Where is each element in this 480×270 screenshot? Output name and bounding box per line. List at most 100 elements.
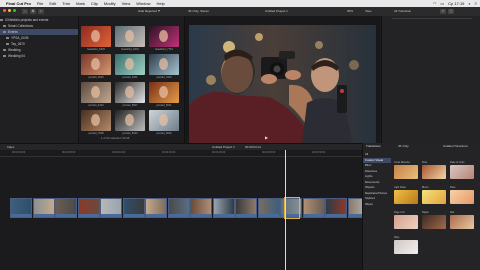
timeline-clip[interactable] [77,198,100,218]
wifi-icon[interactable]: ◠ [433,1,437,6]
browser-clip-thumbnail[interactable] [81,110,111,131]
transition-name: Wipe [394,236,400,239]
browser-clip-thumbnail[interactable] [149,54,179,75]
clock[interactable]: Ср 17:19 [448,1,464,6]
menu-file[interactable]: File [37,1,43,6]
browser-clip-thumbnail[interactable] [149,82,179,103]
timeline-clip[interactable] [212,198,235,218]
timeline-clip[interactable] [257,198,280,218]
viewer-mode-dropdown[interactable]: 4K Only, Stereo [188,9,209,13]
effects-category[interactable]: All [363,152,391,157]
browser-clip-thumbnail[interactable] [149,110,179,131]
timeline-clip[interactable] [325,198,347,218]
timeline-ruler[interactable]: 00:00:00:00 00:00:05:00 00:00:10:00 00:00:1… [0,150,375,157]
timeline-clip[interactable] [10,198,32,218]
menu-help[interactable]: Help [157,1,165,6]
thumbnail-subject [159,114,168,126]
transition-thumbnail[interactable] [394,190,418,204]
effects-category[interactable]: Dissolves [363,169,391,174]
timeline-clip[interactable] [302,198,325,218]
minimize-window-button[interactable] [8,9,11,12]
browser-clip-thumbnail[interactable] [115,110,145,131]
transition-thumbnail[interactable] [450,215,474,229]
transition-thumbnail[interactable] [394,240,418,254]
browser-clip-thumbnail[interactable] [81,54,111,75]
effects-category[interactable]: Blurs [363,163,391,168]
clip-audio-waveform [191,214,211,217]
effects-title[interactable]: Transitions [366,144,381,148]
effects-category[interactable]: Lights [363,174,391,179]
menu-modify[interactable]: Modify [104,1,116,6]
timeline-clip[interactable] [122,198,145,218]
selected-clip-outline[interactable] [284,197,300,219]
share-icon[interactable]: ⇪ [440,9,446,14]
import-icon[interactable]: ↓ [22,9,28,14]
timeline-clip[interactable] [167,198,190,218]
thumbnail-subject [125,30,134,42]
timeline-clip[interactable] [235,198,257,218]
close-window-button[interactable] [3,9,6,12]
viewer-frame[interactable] [189,25,376,151]
menu-edit[interactable]: Edit [49,1,56,6]
menu-clip[interactable]: Clip [91,1,98,6]
menu-app[interactable]: Final Cut Pro [6,1,31,6]
browser-clip-thumbnail[interactable] [81,26,111,47]
menu-view[interactable]: View [122,1,131,6]
zoom-dropdown[interactable]: 35% [347,9,353,13]
event-icon [6,36,9,40]
menu-window[interactable]: Window [136,1,150,6]
effects-filter[interactable]: 4K Only [398,144,409,148]
checkmark-icon[interactable]: ✓ [38,9,44,14]
transition-name: Cross Dissolve [394,161,410,164]
timeline-clip[interactable] [100,198,122,218]
thumbnail-subject [91,86,100,98]
transition-thumbnail[interactable] [422,165,446,179]
effects-category[interactable]: Objects [363,185,391,190]
effects-category[interactable]: Wipes [363,202,391,207]
timeline[interactable]: 00:00:00:00 00:00:05:00 00:00:10:00 00:00:1… [0,150,375,270]
menu-trim[interactable]: Trim [62,1,70,6]
transition-thumbnail[interactable] [422,190,446,204]
transition-thumbnail[interactable] [394,165,418,179]
browser-clip-thumbnail[interactable] [81,82,111,103]
browser-clip-thumbnail[interactable] [149,26,179,47]
timeline-clip[interactable] [190,198,212,218]
effects-category[interactable]: Stylized [363,196,391,201]
effects-category[interactable]: Movements [363,180,391,185]
library-item-label: Wedding [8,48,21,52]
hide-rejected-dropdown[interactable]: Hide Rejected [138,9,160,13]
transition-thumbnail[interactable] [450,190,474,204]
playhead[interactable] [285,150,286,270]
browser-clip-thumbnail[interactable] [115,54,145,75]
effects-category[interactable]: Replicator/Clones [363,191,391,196]
play-button[interactable]: ▶ [265,135,268,140]
folder-icon [3,24,6,28]
clip-audio-waveform [33,214,54,217]
timeline-clip[interactable] [32,198,55,218]
ruler-tick-label: 00:00:00:00 [12,151,26,154]
keyword-icon[interactable]: ⌘ [30,9,36,14]
media-browser: headshot_5445 headshot_6201 headshot_7710 p… [79,16,185,143]
index-button[interactable]: Index [7,145,14,149]
zoom-window-button[interactable] [13,9,16,12]
timeline-clip[interactable] [145,198,167,218]
transition-thumbnail[interactable] [450,165,474,179]
thumbnail-subject [159,86,168,98]
battery-icon[interactable]: ▭ [440,1,444,6]
browser-clip-thumbnail[interactable] [115,26,145,47]
inspector-icon[interactable]: ⓘ [448,9,454,14]
menu-list-icon[interactable]: ≡ [475,1,477,6]
library-item[interactable]: Wedding 04 [0,53,78,59]
effects-category[interactable]: Custom Visual [363,157,391,163]
view-dropdown[interactable]: View [365,9,371,13]
browser-clip-label: portrait_6621 [156,104,172,107]
search-icon[interactable]: ⌕ [468,1,470,6]
transition-thumbnail[interactable] [394,215,418,229]
transition-thumbnail[interactable] [422,215,446,229]
installed-transitions[interactable]: Installed Transitions [443,144,468,148]
transition-name: Flare [450,186,456,189]
browser-clip-thumbnail[interactable] [115,82,145,103]
timeline-clip[interactable] [55,198,77,218]
transition-name: Star [450,211,455,214]
menu-mark[interactable]: Mark [76,1,85,6]
